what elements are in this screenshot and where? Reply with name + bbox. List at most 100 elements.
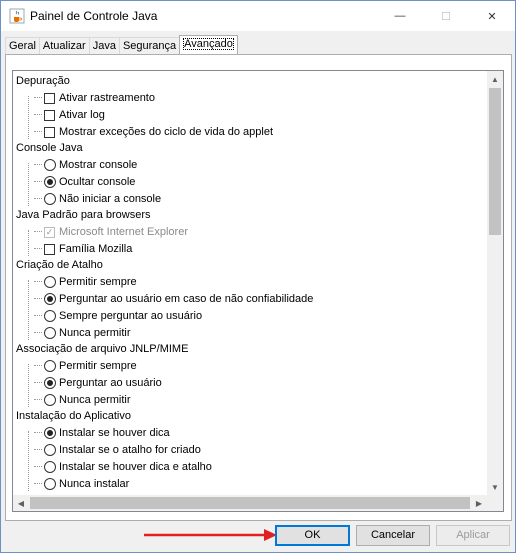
radio-circle[interactable]: [44, 394, 56, 406]
vertical-scrollbar[interactable]: ▲ ▼: [487, 71, 503, 495]
scroll-down-icon[interactable]: ▼: [487, 479, 503, 495]
radio-atalho-sempre-perguntar[interactable]: Sempre perguntar ao usuário: [34, 308, 202, 324]
horizontal-scrollbar[interactable]: ◀ ▶: [13, 495, 487, 511]
checkbox-mostrar-excecoes[interactable]: Mostrar exceções do ciclo de vida do app…: [34, 124, 273, 140]
option-label: Ocultar console: [59, 176, 136, 188]
tab-label: Geral: [9, 40, 36, 52]
option-label: Ativar rastreamento: [59, 92, 155, 104]
option-label: Instalar se houver dica: [59, 427, 170, 439]
advanced-panel: Depuração Ativar rastreamento Ativar log…: [5, 54, 512, 521]
settings-tree-box: Depuração Ativar rastreamento Ativar log…: [12, 70, 504, 512]
ok-button[interactable]: OK: [275, 525, 350, 546]
radio-circle[interactable]: [44, 193, 56, 205]
tree-line: [28, 230, 30, 256]
option-label: Perguntar ao usuário em caso de não conf…: [59, 293, 314, 305]
tab-atualizar[interactable]: Atualizar: [38, 37, 90, 54]
checkbox-ativar-rastreamento[interactable]: Ativar rastreamento: [34, 90, 155, 106]
radio-instalar-atalho[interactable]: Instalar se o atalho for criado: [34, 442, 201, 458]
radio-ocultar-console[interactable]: Ocultar console: [34, 174, 135, 190]
option-label: Mostrar console: [59, 159, 138, 171]
option-label: Nunca permitir: [59, 394, 131, 406]
checkbox-checked-disabled: ✓: [44, 226, 55, 238]
checkbox-internet-explorer: ✓ Microsoft Internet Explorer: [34, 224, 188, 240]
option-label: Permitir sempre: [59, 360, 137, 372]
radio-circle[interactable]: [44, 478, 56, 490]
category-jnlp-mime: Associação de arquivo JNLP/MIME: [16, 343, 189, 355]
tree-line: [28, 96, 30, 139]
checkbox-ativar-log[interactable]: Ativar log: [34, 107, 105, 123]
apply-button[interactable]: Aplicar: [436, 525, 510, 546]
radio-circle-selected[interactable]: [44, 176, 56, 188]
option-label: Instalar se o atalho for criado: [59, 444, 201, 456]
tab-java[interactable]: Java: [88, 37, 120, 54]
cancel-button[interactable]: Cancelar: [356, 525, 430, 546]
option-label: Não iniciar a console: [59, 193, 162, 205]
tab-label: Avançado: [183, 38, 234, 50]
java-coffee-cup-icon: [9, 8, 25, 24]
window-title: Painel de Controle Java: [30, 9, 158, 23]
close-button[interactable]: ✕: [469, 1, 515, 31]
radio-jnlp-perguntar[interactable]: Perguntar ao usuário: [34, 375, 162, 391]
tree-line: [28, 431, 30, 491]
option-label: Permitir sempre: [59, 276, 137, 288]
tab-avancado[interactable]: Avançado: [179, 35, 238, 54]
radio-circle[interactable]: [44, 327, 56, 339]
radio-circle[interactable]: [44, 444, 56, 456]
tab-label: Java: [92, 40, 116, 52]
option-label: Instalar se houver dica e atalho: [59, 461, 212, 473]
radio-circle[interactable]: [44, 310, 56, 322]
scroll-right-icon[interactable]: ▶: [471, 495, 487, 511]
category-java-padrao-browsers: Java Padrão para browsers: [16, 209, 151, 221]
checkbox-box[interactable]: [44, 92, 55, 104]
horizontal-scroll-thumb[interactable]: [30, 497, 470, 509]
tree-line: [28, 364, 30, 407]
scrollbar-corner: [487, 495, 503, 511]
radio-circle[interactable]: [44, 159, 56, 171]
scroll-left-icon[interactable]: ◀: [13, 495, 29, 511]
tab-seguranca[interactable]: Segurança: [118, 37, 181, 54]
option-label: Mostrar exceções do ciclo de vida do app…: [59, 126, 274, 138]
minimize-button[interactable]: —: [377, 1, 423, 31]
tab-label: Atualizar: [42, 40, 86, 52]
scroll-up-icon[interactable]: ▲: [487, 71, 503, 87]
tree-line: [28, 163, 30, 206]
category-criacao-atalho: Criação de Atalho: [16, 259, 103, 271]
checkbox-box[interactable]: [44, 109, 55, 121]
radio-circle-selected[interactable]: [44, 293, 56, 305]
option-label: Família Mozilla: [59, 243, 133, 255]
settings-tree: Depuração Ativar rastreamento Ativar log…: [13, 71, 487, 495]
radio-circle-selected[interactable]: [44, 377, 56, 389]
option-label: Perguntar ao usuário: [59, 377, 162, 389]
java-control-panel-window: Painel de Controle Java — ☐ ✕ Geral Atua…: [0, 0, 516, 553]
radio-atalho-nunca-permitir[interactable]: Nunca permitir: [34, 325, 131, 341]
option-label: Nunca instalar: [59, 478, 130, 490]
radio-jnlp-permitir-sempre[interactable]: Permitir sempre: [34, 358, 137, 374]
category-console-java: Console Java: [16, 142, 83, 154]
tab-strip: Geral Atualizar Java Segurança Avançado: [5, 35, 238, 54]
checkbox-box[interactable]: [44, 126, 55, 138]
checkbox-familia-mozilla[interactable]: Família Mozilla: [34, 241, 132, 257]
maximize-button[interactable]: ☐: [423, 1, 469, 31]
radio-mostrar-console[interactable]: Mostrar console: [34, 157, 137, 173]
radio-nao-iniciar-console[interactable]: Não iniciar a console: [34, 191, 161, 207]
radio-circle[interactable]: [44, 461, 56, 473]
option-label: Ativar log: [59, 109, 105, 121]
red-arrow-icon: [144, 529, 277, 541]
radio-circle[interactable]: [44, 360, 56, 372]
tab-geral[interactable]: Geral: [5, 37, 40, 54]
checkbox-box[interactable]: [44, 243, 55, 255]
radio-nunca-instalar[interactable]: Nunca instalar: [34, 476, 129, 492]
radio-circle[interactable]: [44, 276, 56, 288]
title-bar: Painel de Controle Java — ☐ ✕: [1, 1, 515, 31]
option-label: Sempre perguntar ao usuário: [59, 310, 203, 322]
radio-jnlp-nunca-permitir[interactable]: Nunca permitir: [34, 392, 131, 408]
radio-circle-selected[interactable]: [44, 427, 56, 439]
category-instalacao-aplicativo: Instalação do Aplicativo: [16, 410, 131, 422]
tree-line: [28, 280, 30, 340]
radio-instalar-dica[interactable]: Instalar se houver dica: [34, 425, 170, 441]
radio-atalho-perguntar-nao-confiavel[interactable]: Perguntar ao usuário em caso de não conf…: [34, 291, 313, 307]
radio-atalho-permitir-sempre[interactable]: Permitir sempre: [34, 274, 137, 290]
option-label: Nunca permitir: [59, 327, 131, 339]
radio-instalar-dica-atalho[interactable]: Instalar se houver dica e atalho: [34, 459, 212, 475]
vertical-scroll-thumb[interactable]: [489, 88, 501, 235]
